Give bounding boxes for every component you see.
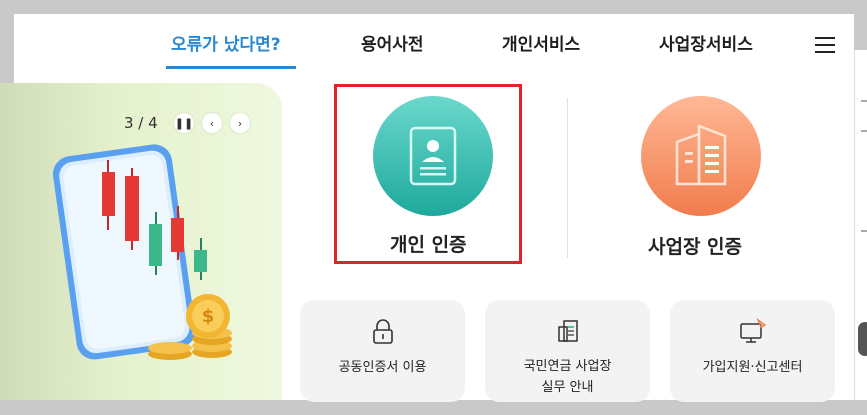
phone-chart-illustration: $ bbox=[52, 144, 232, 360]
page: 오류가 났다면? 용어사전 개인서비스 사업장서비스 3 / 4 ❚❚ ‹ › bbox=[0, 0, 867, 415]
card-label: 공동인증서 이용 bbox=[338, 360, 427, 375]
nav-item-glossary[interactable]: 용어사전 bbox=[361, 30, 424, 55]
document-icon bbox=[557, 320, 578, 342]
panel-edge-mark bbox=[861, 100, 867, 102]
personal-auth-label: 개인 인증 bbox=[390, 234, 467, 256]
business-auth-button[interactable] bbox=[641, 96, 761, 216]
nav-item-business-service[interactable]: 사업장서비스 bbox=[659, 30, 753, 55]
pause-icon[interactable]: ❚❚ bbox=[174, 113, 194, 133]
chevron-right-icon[interactable]: › bbox=[230, 113, 250, 133]
chevron-left-icon[interactable]: ‹ bbox=[202, 113, 222, 133]
banner-pager: 3 / 4 bbox=[124, 114, 158, 132]
lock-icon bbox=[372, 319, 393, 344]
nav-item-personal-service[interactable]: 개인서비스 bbox=[502, 30, 580, 55]
nav-item-error-help[interactable]: 오류가 났다면? bbox=[171, 30, 281, 55]
panel-edge-mark bbox=[861, 230, 867, 232]
panel-edge-mark bbox=[861, 130, 867, 132]
business-auth-label[interactable]: 사업장 인증 bbox=[648, 232, 742, 259]
divider bbox=[567, 98, 568, 258]
card-label: 가입지원·신고센터 bbox=[702, 360, 803, 375]
active-tab-underline bbox=[166, 66, 296, 69]
id-card-icon bbox=[409, 126, 457, 186]
card-label: 국민연금 사업장 실무 안내 bbox=[523, 359, 612, 395]
scroll-knob[interactable] bbox=[858, 322, 867, 356]
card-support-center[interactable]: 가입지원·신고센터 bbox=[670, 300, 835, 402]
monitor-cursor-icon bbox=[739, 318, 766, 343]
card-pension-guide[interactable]: 국민연금 사업장 실무 안내 bbox=[485, 300, 650, 402]
svg-text:$: $ bbox=[202, 306, 215, 327]
personal-auth-circle[interactable] bbox=[373, 96, 493, 216]
card-certificate[interactable]: 공동인증서 이용 bbox=[300, 300, 465, 402]
hamburger-menu-icon[interactable] bbox=[815, 37, 835, 53]
building-icon bbox=[675, 124, 727, 186]
